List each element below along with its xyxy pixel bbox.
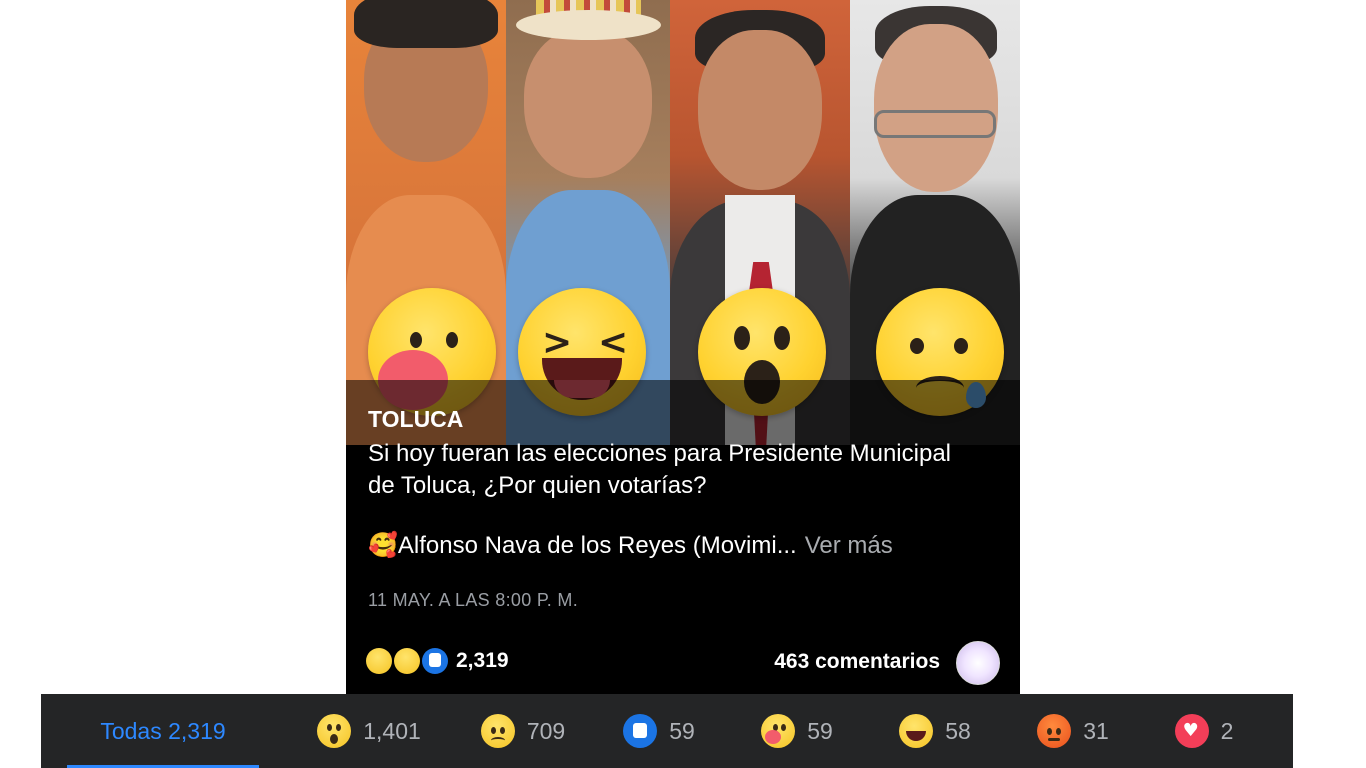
- reactions-tab-bar: Todas 2,319 1,401 709 59 59 58 31 ♥ 2: [41, 694, 1293, 768]
- tab-all[interactable]: Todas 2,319: [67, 694, 259, 768]
- caption-preview-text: Alfonso Nava de los Reyes (Movimi...: [397, 531, 797, 559]
- post-timestamp: 11 MAY. A LAS 8:00 P. M.: [368, 590, 578, 610]
- tab-love[interactable]: ♥ 2: [1161, 694, 1247, 768]
- sad-icon: [394, 648, 420, 674]
- reaction-total: 2,319: [456, 649, 509, 672]
- post-title: TOLUCA: [368, 406, 464, 432]
- reactions-summary[interactable]: 2,319: [366, 648, 509, 674]
- like-icon: [422, 648, 448, 674]
- care-icon: [761, 714, 796, 748]
- post-card: > < TOLUCA Si hoy fueran las elecciones …: [346, 0, 1020, 694]
- tab-wow-count: 1,401: [363, 717, 421, 744]
- haha-icon: [899, 714, 934, 748]
- tab-haha[interactable]: 58: [885, 694, 985, 768]
- tab-care[interactable]: 59: [747, 694, 847, 768]
- post-caption-preview: 🥰 Alfonso Nava de los Reyes (Movimi... V…: [368, 531, 893, 560]
- tab-sad-count: 709: [526, 717, 566, 744]
- like-icon: [623, 714, 658, 748]
- tab-haha-count: 58: [945, 717, 971, 744]
- see-more-link[interactable]: Ver más: [805, 532, 893, 560]
- sad-icon: [480, 714, 515, 748]
- tab-love-count: 2: [1220, 717, 1234, 744]
- post-image[interactable]: > <: [346, 0, 1020, 445]
- comments-count-link[interactable]: 463 comentarios: [774, 650, 940, 674]
- tab-all-label: Todas 2,319: [100, 717, 226, 744]
- page-avatar[interactable]: [956, 641, 1000, 685]
- tab-angry-count: 31: [1083, 717, 1109, 744]
- wow-icon: [366, 648, 392, 674]
- smiling-hearts-emoji-icon: 🥰: [368, 532, 398, 559]
- angry-icon: [1037, 714, 1072, 748]
- love-icon: ♥: [1174, 714, 1209, 748]
- tab-like[interactable]: 59: [609, 694, 709, 768]
- post-caption: Si hoy fueran las elecciones para Presid…: [368, 440, 951, 499]
- tab-wow[interactable]: 1,401: [295, 694, 443, 768]
- tab-care-count: 59: [807, 717, 833, 744]
- tab-angry[interactable]: 31: [1023, 694, 1123, 768]
- wow-icon: [317, 714, 352, 748]
- tab-like-count: 59: [669, 717, 695, 744]
- tab-sad[interactable]: 709: [463, 694, 583, 768]
